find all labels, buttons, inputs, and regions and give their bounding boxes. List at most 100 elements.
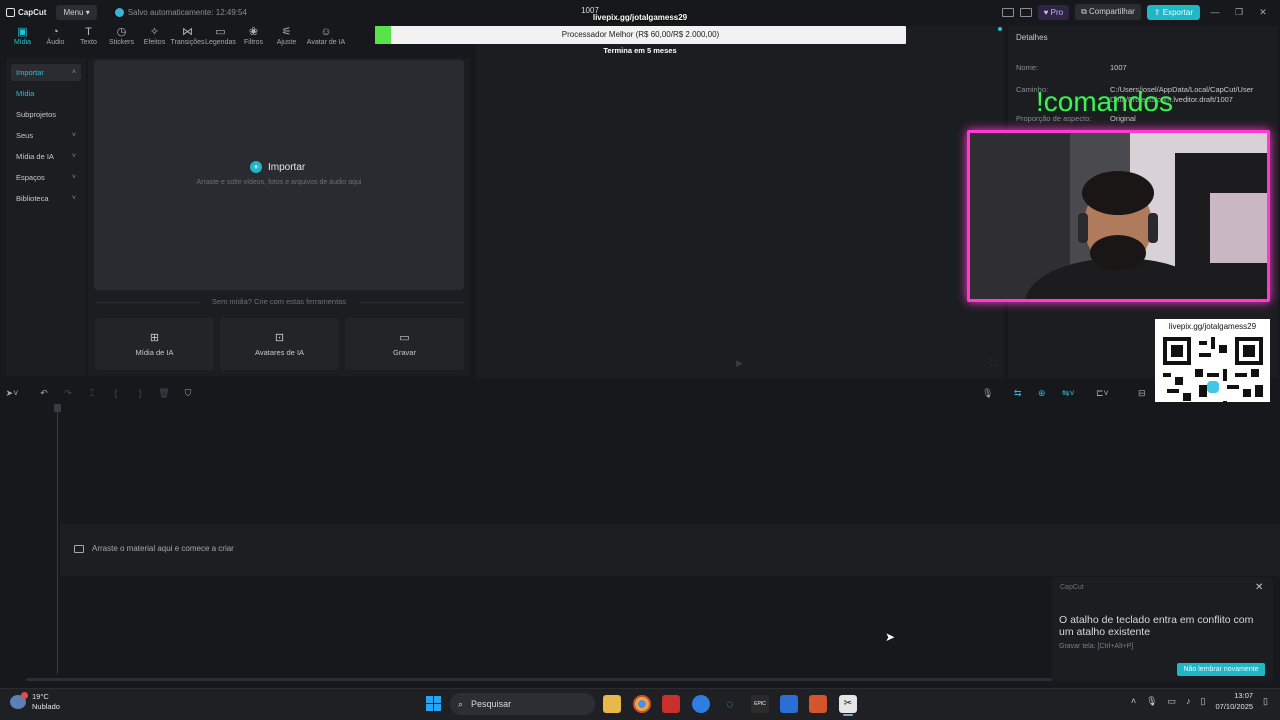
tab-captions[interactable]: ▭ Legendas xyxy=(204,26,237,46)
timeline-toolbar: ➤˅ ↶ ↷ ⌶ [ ] 🗑 ⛉ xyxy=(0,384,1280,402)
tab-media[interactable]: ▣ Mídia xyxy=(6,26,39,46)
app-icon[interactable] xyxy=(780,695,798,713)
tab-audio[interactable]: ◔ Áudio xyxy=(39,26,72,46)
layout-icon[interactable] xyxy=(1001,7,1014,17)
windows-start-icon[interactable] xyxy=(426,696,441,711)
tab-adjust[interactable]: ⚟ Ajuste xyxy=(270,26,303,46)
sidebar-item-library[interactable]: Biblioteca ˅ xyxy=(11,190,81,207)
clock-time: 13:07 xyxy=(1234,691,1254,700)
shield-icon[interactable]: ⛉ xyxy=(176,388,200,399)
tab-label: Efeitos xyxy=(143,39,166,46)
import-label: Importar xyxy=(268,161,306,173)
tab-transitions[interactable]: ⋈ Transições xyxy=(171,26,205,46)
search-placeholder: Pesquisar xyxy=(471,699,512,709)
details-title: Detalhes xyxy=(1016,33,1048,42)
file-explorer-icon[interactable] xyxy=(603,695,621,713)
notification-dot xyxy=(998,27,1002,31)
horizontal-scrollbar[interactable] xyxy=(26,678,1052,681)
tab-stickers[interactable]: ◷ Stickers xyxy=(105,26,138,46)
weather-temperature: 19°C xyxy=(32,692,49,701)
epic-games-icon[interactable]: EPIC xyxy=(751,695,769,713)
speaker-icon[interactable]: ♪ xyxy=(1186,696,1191,706)
sidebar-item-import[interactable]: Importar ˄ xyxy=(11,64,81,81)
audio-icon: ◔ xyxy=(52,26,59,38)
search-icon: ⌕ xyxy=(458,698,464,709)
capcut-taskbar-icon[interactable]: ✂ xyxy=(839,695,857,713)
chevron-down-icon: ˅ xyxy=(71,195,76,202)
zoom-icon[interactable]: ⊟ xyxy=(1138,388,1146,399)
text-icon: T xyxy=(85,26,92,38)
clock-date: 07/10/2025 xyxy=(1215,702,1254,711)
qr-label: livepix.gg/jotalgamess29 xyxy=(1168,322,1257,331)
close-icon[interactable]: ✕ xyxy=(1254,7,1272,18)
pro-button[interactable]: ♥ Pro xyxy=(1037,4,1070,20)
ai-media-tool-button[interactable]: ⊞ Mídia de IA xyxy=(95,318,214,370)
delete-icon[interactable]: 🗑 xyxy=(152,388,176,399)
app-name: CapCut xyxy=(18,7,47,17)
monitor-icon[interactable]: ▭ xyxy=(1168,696,1177,707)
no-media-text: Sem mídia? Crie com estas ferramentas xyxy=(211,297,347,306)
filter-icon: ❀ xyxy=(248,26,259,38)
mouse-cursor-icon: ➤ xyxy=(885,630,896,644)
sidebar-item-spaces[interactable]: Espaços ˅ xyxy=(11,169,81,186)
record-tool-button[interactable]: ▭ Gravar xyxy=(345,318,464,370)
minimize-icon[interactable]: — xyxy=(1206,7,1224,17)
weather-condition: Nublado xyxy=(32,702,60,711)
tab-effects[interactable]: ✧ Efeitos xyxy=(138,26,171,46)
chevron-up-icon[interactable]: ˄ xyxy=(1131,696,1136,706)
shortcut-icon[interactable] xyxy=(1019,7,1032,17)
split-icon[interactable]: ⌶ xyxy=(80,388,104,399)
dont-remind-button[interactable]: Não lembrar novamente xyxy=(1177,663,1265,676)
name-value: 1007 xyxy=(1110,63,1127,72)
snap-icon[interactable]: ⇋˅ xyxy=(1062,388,1075,399)
ai-avatars-tool-button[interactable]: ⊡ Avatares de IA xyxy=(220,318,339,370)
link-icon[interactable]: ⇆ xyxy=(1014,388,1022,399)
import-dropzone[interactable] xyxy=(94,60,464,290)
split-left-icon[interactable]: [ xyxy=(104,388,128,398)
battery-icon[interactable]: ▯ xyxy=(1201,696,1206,707)
chrome-icon[interactable] xyxy=(633,695,651,713)
sidebar-item-yours[interactable]: Seus ˅ xyxy=(11,127,81,144)
play-icon[interactable]: ▶ xyxy=(736,358,743,369)
sidebar-item-subprojects[interactable]: Subprojetos xyxy=(11,106,81,123)
media-icon: ▣ xyxy=(17,26,28,38)
main-track[interactable] xyxy=(60,524,1280,576)
microphone-icon[interactable]: 🎙 xyxy=(1146,696,1157,707)
autosave-text: Salvo automaticamente: 12:49:54 xyxy=(127,7,247,17)
playhead-handle[interactable] xyxy=(54,404,61,412)
sidebar-item-label: Subprojetos xyxy=(16,110,57,119)
share-button[interactable]: ⧉ Compartilhar xyxy=(1075,4,1141,20)
taskbar-search[interactable]: ⌕ Pesquisar xyxy=(450,693,595,715)
app-icon[interactable] xyxy=(692,695,710,713)
tab-ai-avatar[interactable]: ☺ Avatar de IA xyxy=(303,26,349,46)
magnet-icon[interactable]: ⊕ xyxy=(1038,388,1046,399)
import-button[interactable]: + Importar xyxy=(250,161,305,173)
sidebar-item-ai-media[interactable]: Mídia de IA ˅ xyxy=(11,148,81,165)
adjust-icon: ⚟ xyxy=(281,26,292,38)
playhead[interactable] xyxy=(57,404,58,674)
toast-subtext: Gravar tela: [Ctrl+Alt+P] xyxy=(1059,643,1134,650)
preview-axis-icon[interactable]: ⊏˅ xyxy=(1096,388,1109,399)
app-icon[interactable] xyxy=(662,695,680,713)
toast-close-icon[interactable]: ✕ xyxy=(1255,582,1263,593)
tab-filters[interactable]: ❀ Filtros xyxy=(237,26,270,46)
clock[interactable]: 13:07 07/10/2025 xyxy=(1216,690,1254,712)
export-button[interactable]: ⇪ Exportar xyxy=(1146,4,1200,20)
select-tool-icon[interactable]: ➤˅ xyxy=(0,388,24,399)
sticker-icon: ◷ xyxy=(116,26,127,38)
redo-icon[interactable]: ↷ xyxy=(56,388,80,399)
maximize-icon[interactable]: ❐ xyxy=(1230,7,1248,18)
weather-widget[interactable]: 19°C Nublado xyxy=(10,692,60,712)
edge-icon[interactable]: ◌ xyxy=(721,695,739,713)
split-right-icon[interactable]: ] xyxy=(128,388,152,398)
microphone-icon[interactable]: 🎙 xyxy=(982,388,993,399)
app-icon[interactable] xyxy=(809,695,827,713)
plus-icon: + xyxy=(250,161,262,173)
tab-text[interactable]: T Texto xyxy=(72,26,105,46)
notification-icon[interactable]: ▯ xyxy=(1263,696,1268,707)
capcut-logo-icon xyxy=(6,7,15,17)
sidebar-item-media[interactable]: Mídia xyxy=(11,85,81,102)
menu-button[interactable]: Menu ▾ xyxy=(56,4,97,20)
fullscreen-icon[interactable]: ⛶ xyxy=(990,358,996,369)
undo-icon[interactable]: ↶ xyxy=(32,388,56,399)
